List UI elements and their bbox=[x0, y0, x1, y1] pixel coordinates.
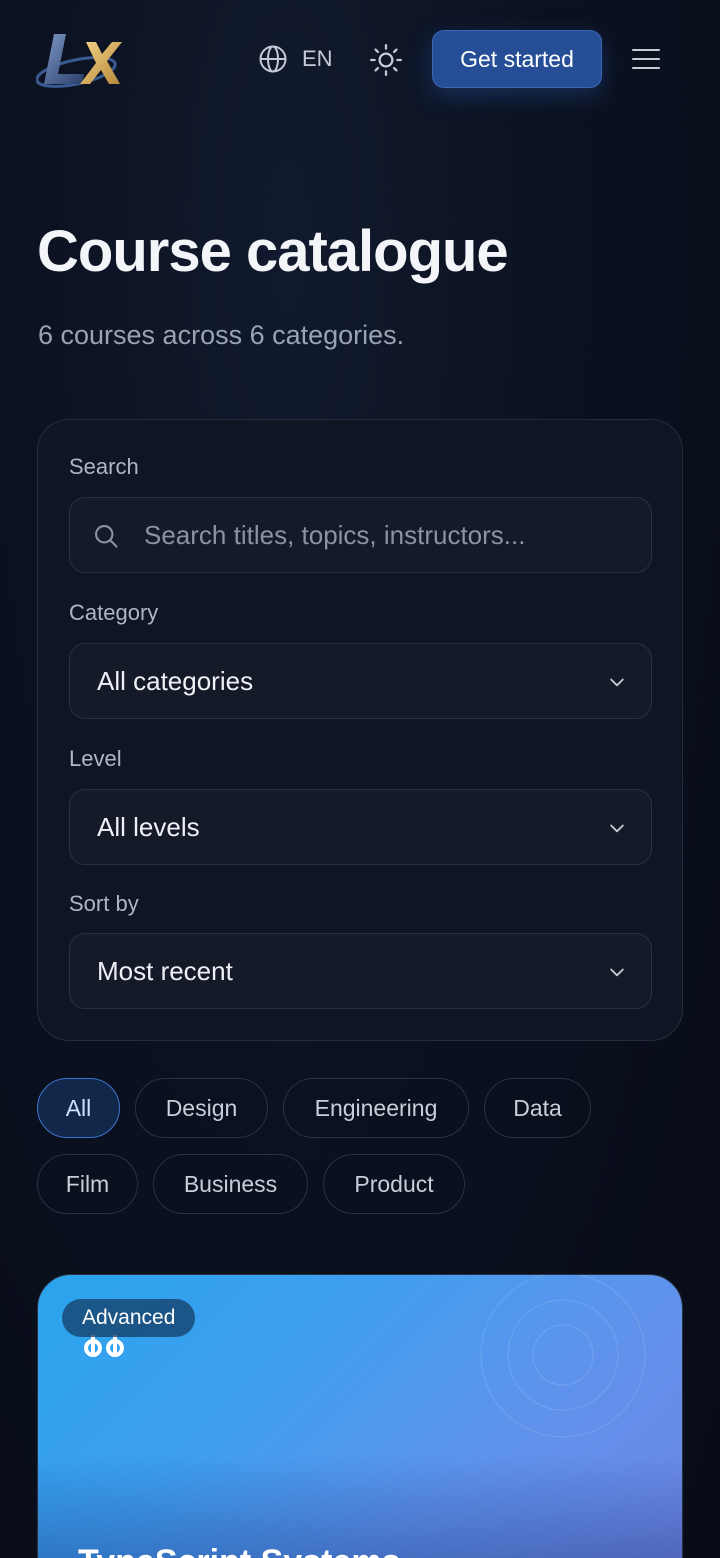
level-label: Level bbox=[69, 746, 122, 771]
course-card[interactable]: Advanced TypeScript Systems bbox=[37, 1274, 683, 1558]
chevron-down-icon bbox=[610, 824, 624, 833]
category-label: Category bbox=[69, 600, 159, 625]
brand-logo[interactable] bbox=[36, 30, 122, 88]
chip-film[interactable]: Film bbox=[37, 1154, 138, 1214]
chip-data[interactable]: Data bbox=[484, 1078, 591, 1138]
course-title: TypeScript Systems bbox=[78, 1543, 401, 1558]
level-badge: Advanced bbox=[62, 1299, 196, 1337]
hamburger-menu-icon[interactable] bbox=[630, 46, 662, 72]
globe-icon bbox=[259, 45, 287, 73]
language-selector[interactable]: EN bbox=[258, 42, 333, 76]
theme-toggle[interactable] bbox=[368, 42, 404, 78]
search-input[interactable] bbox=[144, 498, 634, 572]
sun-icon bbox=[369, 43, 403, 77]
page-title: Course catalogue bbox=[37, 219, 509, 284]
decorative-rings bbox=[480, 1275, 646, 1438]
level-select[interactable]: All levels bbox=[69, 789, 652, 865]
top-navbar: EN Get started bbox=[0, 0, 720, 118]
chip-product[interactable]: Product bbox=[323, 1154, 465, 1214]
language-label: EN bbox=[302, 46, 333, 71]
sort-label: Sort by bbox=[69, 891, 139, 916]
chip-design[interactable]: Design bbox=[135, 1078, 268, 1138]
chip-all[interactable]: All bbox=[37, 1078, 120, 1138]
chip-engineering[interactable]: Engineering bbox=[283, 1078, 469, 1138]
get-started-button[interactable]: Get started bbox=[432, 30, 602, 88]
page-subtitle: 6 courses across 6 categories. bbox=[38, 320, 405, 350]
search-label: Search bbox=[69, 454, 139, 479]
chevron-down-icon bbox=[610, 968, 624, 977]
search-field[interactable] bbox=[69, 497, 652, 573]
search-icon bbox=[95, 525, 118, 548]
filter-panel: Search Category All categories Level All… bbox=[37, 419, 683, 1041]
sort-select[interactable]: Most recent bbox=[69, 933, 652, 1009]
chevron-down-icon bbox=[610, 678, 624, 687]
level-value: All levels bbox=[97, 811, 200, 842]
category-value: All categories bbox=[97, 665, 254, 696]
sort-value: Most recent bbox=[97, 955, 233, 986]
category-select[interactable]: All categories bbox=[69, 643, 652, 719]
chip-business[interactable]: Business bbox=[153, 1154, 308, 1214]
